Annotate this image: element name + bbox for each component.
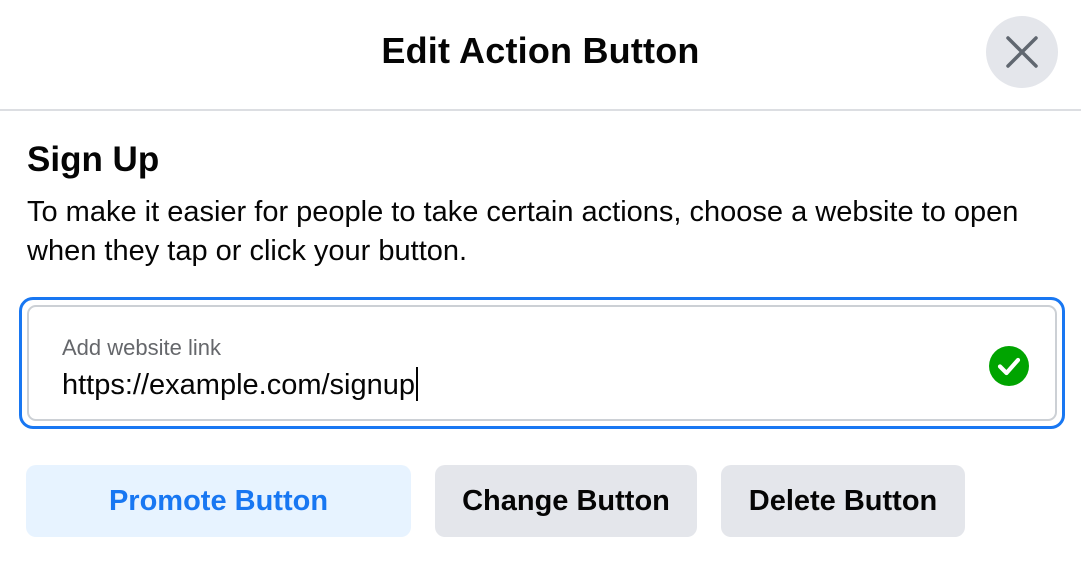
website-link-input-box[interactable]: Add website link https://example.com/sig… bbox=[27, 305, 1057, 421]
section-description: To make it easier for people to take cer… bbox=[27, 196, 1019, 267]
dialog-header: Edit Action Button bbox=[0, 0, 1081, 111]
delete-button[interactable]: Delete Button bbox=[721, 465, 965, 537]
website-link-value: https://example.com/signup bbox=[62, 369, 416, 401]
dialog-title: Edit Action Button bbox=[381, 30, 700, 71]
website-link-label: Add website link bbox=[62, 335, 221, 360]
change-button[interactable]: Change Button bbox=[435, 465, 697, 537]
close-button[interactable] bbox=[986, 16, 1058, 88]
section-title: Sign Up bbox=[27, 140, 160, 179]
website-link-input[interactable]: https://example.com/signup bbox=[62, 367, 419, 402]
check-circle-icon bbox=[989, 346, 1029, 386]
website-link-field[interactable]: Add website link https://example.com/sig… bbox=[19, 297, 1065, 429]
promote-button[interactable]: Promote Button bbox=[26, 465, 411, 537]
close-icon bbox=[1006, 36, 1038, 68]
text-caret bbox=[416, 367, 419, 401]
